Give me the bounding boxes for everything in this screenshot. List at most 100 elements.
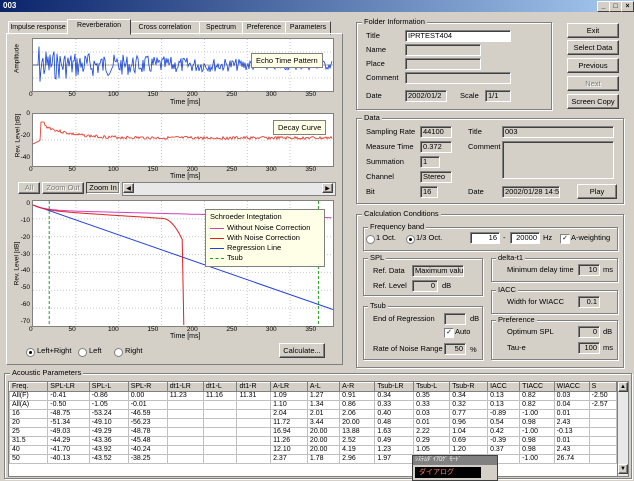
wiacc-width-field[interactable]: 0.1 [578,296,600,308]
tau-e-field[interactable]: 100 [578,342,600,354]
column-header[interactable]: SPL-L [88,382,129,392]
table-cell [236,454,272,464]
folder-scale-field[interactable]: 1/1 [485,90,511,102]
calculate-button[interactable]: Calculate... [279,343,325,358]
scroll-up-icon[interactable]: ▲ [618,382,628,392]
table-row[interactable]: 16 -48.75 -53.24 -46.59 2.04 2.01 2.06 0.40 0.03… [9,409,617,419]
vertical-scrollbar[interactable]: ▲ ▼ [617,381,629,477]
column-header[interactable]: S [588,382,617,392]
radio-left-right[interactable] [26,348,35,357]
table-row[interactable]: 25 -49.03 -49.29 -48.78 16.94 20.00 13.88 1.63 2… [9,427,617,437]
radio-1-3-oct[interactable] [406,235,415,244]
zoom-in-button[interactable]: Zoom In [86,182,120,194]
x-tick-label: 350 [305,91,317,98]
table-cell: -41.70 [47,445,90,455]
table-cell: 0.01 [553,409,590,419]
column-header[interactable]: Tsub-L [413,382,451,392]
data-date-field[interactable]: 2002/01/28 14:5 [502,186,560,198]
channel-field[interactable]: Stereo [420,171,452,183]
radio-right[interactable] [114,348,123,357]
table-cell [202,409,238,419]
table-cell: 12.10 [270,445,308,455]
table-cell: 2.01 [306,409,341,419]
tab-reverberation[interactable]: Reverberation [67,19,131,35]
column-header[interactable]: SPL-R [127,382,168,392]
sampling-rate-field[interactable]: 44100 [420,126,452,138]
tau-e-unit: ms [603,343,613,352]
column-header[interactable]: A-R [339,382,376,392]
preference-title: Preference [496,315,537,324]
folder-date-field[interactable]: 2002/01/2 [405,90,447,102]
folder-comment-field[interactable] [405,72,511,84]
end-regression-field[interactable] [444,313,466,325]
y-tick-label: -40 [20,154,30,161]
horizontal-scrollbar[interactable]: ◀ ▶ [122,182,336,196]
table-cell: 26.74 [553,454,590,464]
table-row[interactable]: 20 -51.34 -49.10 -56.23 11.72 3.44 20.00 0.48 0.… [9,418,617,428]
freq-from-field[interactable]: 16 [470,232,500,244]
column-header[interactable]: TIACC [519,382,555,392]
column-header[interactable]: A-LR [270,382,308,392]
table-cell: 40 [9,445,49,455]
column-header[interactable]: dt1-LR [166,382,204,392]
ref-level-field[interactable]: 0 [412,280,438,292]
bit-field[interactable]: 16 [420,186,438,198]
folder-place-field[interactable] [405,58,481,70]
table-cell: 4.19 [339,445,376,455]
exit-button[interactable]: Exit [567,23,619,38]
zoom-out-button[interactable]: Zoom Out [42,182,84,194]
column-header[interactable]: WIACC [553,382,590,392]
legend-label: Regression Line [227,243,282,252]
screen-copy-button[interactable]: Screen Copy [567,94,619,109]
column-header[interactable]: Freq. [9,382,49,392]
ime-mode-button[interactable]: ダイアログ [415,467,481,478]
table-cell: -49.10 [88,418,129,428]
noise-range-field[interactable]: 50 [444,343,466,355]
folder-info-title: Folder Information [362,17,427,26]
scroll-right-icon[interactable]: ▶ [322,183,333,193]
table-row[interactable]: 31.5 -44.29 -43.36 -45.48 11.26 20.00 2.52 0.49… [9,436,617,446]
table-row[interactable]: All(F) -0.41 -0.86 0.00 11.23 11.16 11.31 1.09 1… [9,391,617,401]
select-data-button[interactable]: Select Data [567,40,619,55]
a-weighting-checkbox[interactable]: ✓ [560,234,570,244]
data-comment-field[interactable] [502,141,614,179]
previous-button[interactable]: Previous [567,58,619,73]
column-header[interactable]: SPL-LR [47,382,90,392]
freq-to-field[interactable]: 20000 [510,232,540,244]
play-button[interactable]: Play [577,184,617,199]
radio-1-oct[interactable] [366,235,375,244]
folder-title-field[interactable]: IPRTEST404 [405,30,511,42]
measure-time-field[interactable]: 0.372 [420,141,452,153]
optimum-spl-field[interactable]: 0 [578,326,600,338]
folder-name-field[interactable] [405,44,481,56]
table-row[interactable]: 50-40.13-43.52-38.252.371.782.961.970.04… [9,454,617,464]
table-row[interactable]: All(A) -0.50 -1.05 -0.01 1.10 1.34 0.86 0.33 0.3… [9,400,617,410]
column-header[interactable]: IACC [487,382,521,392]
table-row[interactable]: 40 -41.70 -43.92 -40.24 12.10 20.00 4.19 1.23 1.… [9,445,617,455]
next-button[interactable]: Next [567,76,619,91]
table-cell: -40.24 [127,445,168,455]
radio-left[interactable] [78,348,87,357]
echo-plot[interactable]: Echo Time Pattern [32,38,334,92]
table-cell: 11.23 [166,391,204,401]
ref-data-field[interactable]: Maximum value [412,265,464,277]
close-button[interactable]: × [621,1,634,12]
column-header[interactable]: dt1-L [202,382,238,392]
data-title-field[interactable]: 003 [502,126,614,138]
column-header[interactable]: dt1-R [236,382,272,392]
tau-e-label: Tau-e [507,343,526,352]
schroeder-plot[interactable]: Schroeder Integtation Without Noise Corr… [32,200,334,327]
min-delay-field[interactable]: 10 [578,264,600,276]
scroll-left-icon[interactable]: ◀ [123,183,134,193]
column-header[interactable]: A-L [306,382,341,392]
column-header[interactable]: Tsub-LR [374,382,415,392]
scroll-down-icon[interactable]: ▼ [618,464,628,474]
zoom-all-button[interactable]: All [18,182,40,194]
table-cell: 0.35 [413,391,451,401]
summation-field[interactable]: 1 [420,156,440,168]
decay-plot[interactable]: Decay Curve [32,113,334,167]
column-header[interactable]: Tsub-R [449,382,489,392]
acoustic-table-container[interactable]: Freq. SPL-LR SPL-L SPL-R dt1-LR dt1-L dt1-R A-L… [8,381,618,477]
table-cell: 0.82 [519,400,555,410]
auto-checkbox[interactable]: ✓ [444,328,454,338]
